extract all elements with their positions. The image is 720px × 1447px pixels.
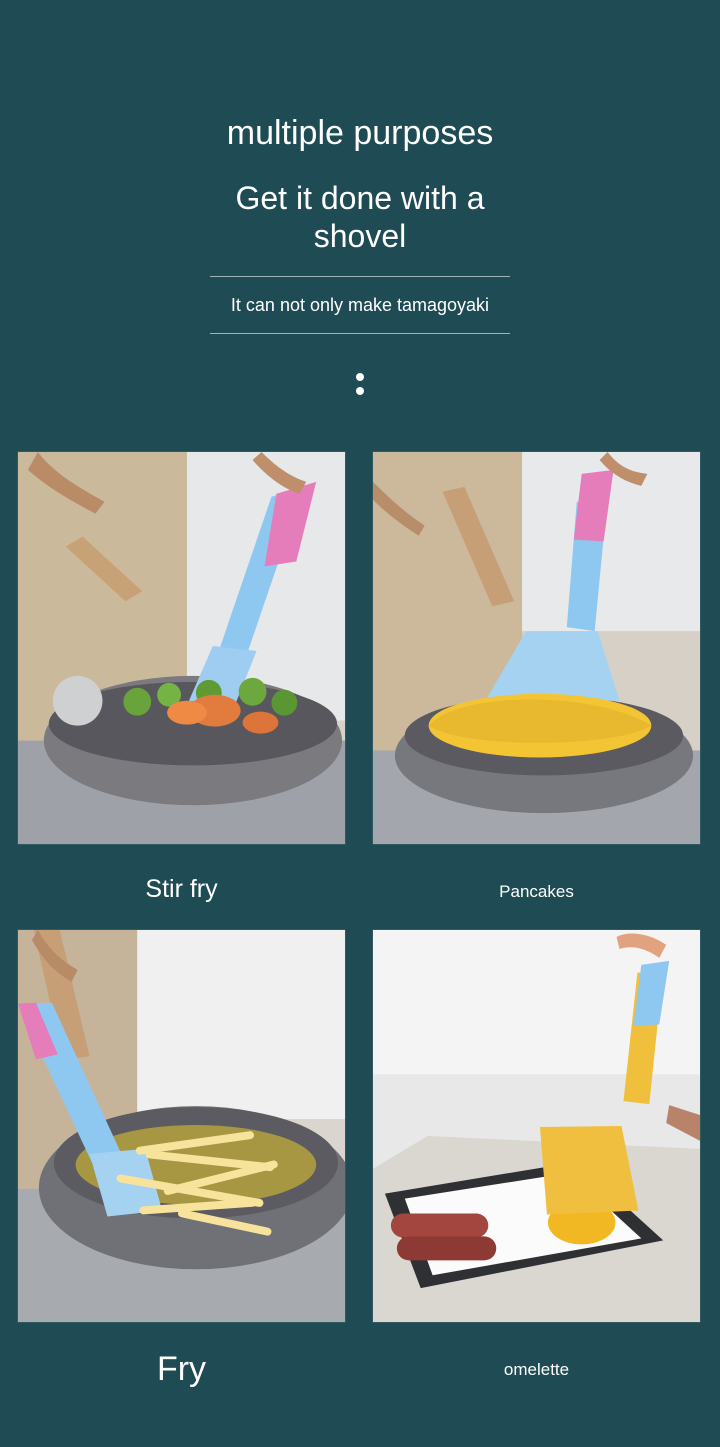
caption-fry: Fry <box>156 1350 207 1388</box>
photo-fry <box>17 929 346 1323</box>
bottom-divider <box>210 333 510 335</box>
caption-omelette: omelette <box>503 1360 570 1379</box>
caption-stir-fry: Stir fry <box>145 875 218 903</box>
top-divider <box>210 275 510 277</box>
photo-stir-fry <box>17 451 346 845</box>
section-subtitle: Get it done with a shovel <box>235 180 485 254</box>
photo-omelette <box>372 929 701 1323</box>
caption-pancakes: Pancakes <box>499 882 574 901</box>
header-block: multiple purposes Get it done with a sho… <box>210 100 510 335</box>
tagline: It can not only make tamagoyaki <box>230 294 490 315</box>
section-title: multiple purposes <box>226 114 494 152</box>
scroll-indicator-icon <box>355 373 365 397</box>
photo-pancakes <box>372 451 701 845</box>
